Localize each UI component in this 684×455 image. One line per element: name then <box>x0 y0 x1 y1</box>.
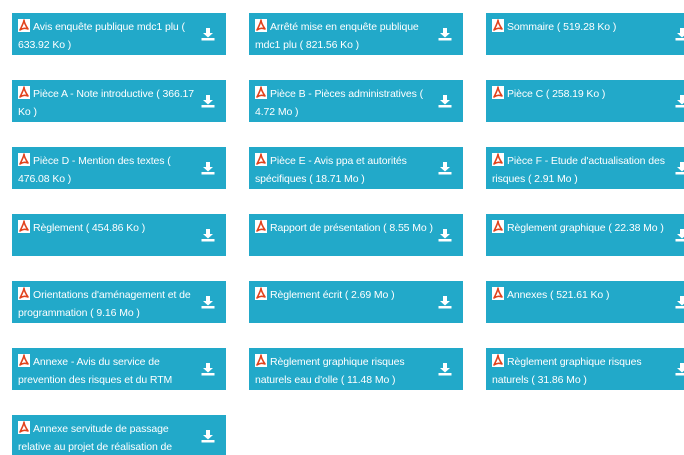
document-link[interactable]: Avis enquête publique mdc1 plu ( 633.92 … <box>18 17 196 53</box>
pdf-file-icon <box>18 220 30 233</box>
document-label: Arrêté mise en enquête publique mdc1 plu… <box>255 21 419 51</box>
pdf-file-icon <box>492 86 504 99</box>
pdf-file-icon <box>18 86 30 99</box>
pdf-file-icon <box>492 220 504 233</box>
document-download-card[interactable]: Pièce B - Pièces administratives ( 4.72 … <box>249 80 463 122</box>
pdf-file-icon <box>18 354 30 367</box>
document-download-card[interactable]: Règlement graphique risques naturels eau… <box>249 348 463 390</box>
pdf-file-icon <box>255 354 267 367</box>
document-link[interactable]: Annexe servitude de passage relative au … <box>18 419 196 455</box>
document-download-card[interactable]: Avis enquête publique mdc1 plu ( 633.92 … <box>12 13 226 55</box>
download-icon[interactable] <box>438 295 452 309</box>
document-link[interactable]: Règlement écrit ( 2.69 Mo ) <box>255 285 433 303</box>
pdf-file-icon <box>255 86 267 99</box>
document-download-card[interactable]: Pièce A - Note introductive ( 366.17 Ko … <box>12 80 226 122</box>
document-label: Annexe - Avis du service de prevention d… <box>18 356 173 386</box>
document-label: Règlement graphique risques naturels ( 3… <box>492 356 642 386</box>
document-label: Annexe servitude de passage relative au … <box>18 423 172 453</box>
document-link[interactable]: Rapport de présentation ( 8.55 Mo ) <box>255 218 433 236</box>
document-label: Pièce E - Avis ppa et autorités spécifiq… <box>255 155 407 185</box>
pdf-file-icon <box>255 220 267 233</box>
download-icon[interactable] <box>201 295 215 309</box>
pdf-file-icon <box>492 354 504 367</box>
download-icon[interactable] <box>675 295 684 309</box>
document-label: Rapport de présentation ( 8.55 Mo ) <box>270 222 433 234</box>
download-icon[interactable] <box>438 27 452 41</box>
download-icon[interactable] <box>675 94 684 108</box>
document-download-card[interactable]: Règlement écrit ( 2.69 Mo ) <box>249 281 463 323</box>
document-link[interactable]: Pièce D - Mention des textes ( 476.08 Ko… <box>18 151 196 187</box>
download-icon[interactable] <box>438 161 452 175</box>
document-link[interactable]: Annexe - Avis du service de prevention d… <box>18 352 196 388</box>
pdf-file-icon <box>18 153 30 166</box>
document-label: Règlement graphique risques naturels eau… <box>255 356 405 386</box>
document-download-card[interactable]: Règlement graphique ( 22.38 Mo ) <box>486 214 684 256</box>
document-download-card[interactable]: Règlement ( 454.86 Ko ) <box>12 214 226 256</box>
pdf-file-icon <box>255 19 267 32</box>
document-download-card[interactable]: Orientations d'aménagement et de program… <box>12 281 226 323</box>
document-download-card[interactable]: Annexe servitude de passage relative au … <box>12 415 226 455</box>
download-icon[interactable] <box>675 362 684 376</box>
document-label: Sommaire ( 519.28 Ko ) <box>507 21 617 33</box>
document-download-card[interactable]: Pièce F - Etude d'actualisation des risq… <box>486 147 684 189</box>
document-label: Règlement écrit ( 2.69 Mo ) <box>270 289 395 301</box>
document-link[interactable]: Règlement ( 454.86 Ko ) <box>18 218 196 236</box>
document-link[interactable]: Pièce E - Avis ppa et autorités spécifiq… <box>255 151 433 187</box>
document-link[interactable]: Sommaire ( 519.28 Ko ) <box>492 17 670 35</box>
download-icon[interactable] <box>675 228 684 242</box>
download-icon[interactable] <box>438 228 452 242</box>
pdf-file-icon <box>18 287 30 300</box>
document-label: Pièce C ( 258.19 Ko ) <box>507 88 606 100</box>
download-icon[interactable] <box>438 362 452 376</box>
document-download-card[interactable]: Annexes ( 521.61 Ko ) <box>486 281 684 323</box>
document-label: Orientations d'aménagement et de program… <box>18 289 191 319</box>
document-link[interactable]: Pièce F - Etude d'actualisation des risq… <box>492 151 670 187</box>
document-label: Pièce B - Pièces administratives ( 4.72 … <box>255 88 423 118</box>
pdf-file-icon <box>255 153 267 166</box>
document-download-card[interactable]: Rapport de présentation ( 8.55 Mo ) <box>249 214 463 256</box>
document-label: Pièce D - Mention des textes ( 476.08 Ko… <box>18 155 171 185</box>
download-icon[interactable] <box>201 94 215 108</box>
document-link[interactable]: Règlement graphique risques naturels eau… <box>255 352 433 388</box>
document-link[interactable]: Pièce B - Pièces administratives ( 4.72 … <box>255 84 433 120</box>
document-label: Pièce A - Note introductive ( 366.17 Ko … <box>18 88 194 118</box>
download-icon[interactable] <box>201 228 215 242</box>
document-download-card[interactable]: Arrêté mise en enquête publique mdc1 plu… <box>249 13 463 55</box>
pdf-file-icon <box>492 153 504 166</box>
download-icon[interactable] <box>201 429 215 443</box>
download-icon[interactable] <box>438 94 452 108</box>
document-label: Avis enquête publique mdc1 plu ( 633.92 … <box>18 21 185 51</box>
document-grid: Avis enquête publique mdc1 plu ( 633.92 … <box>0 0 684 455</box>
pdf-file-icon <box>492 287 504 300</box>
download-icon[interactable] <box>201 161 215 175</box>
document-download-card[interactable]: Pièce E - Avis ppa et autorités spécifiq… <box>249 147 463 189</box>
document-download-card[interactable]: Règlement graphique risques naturels ( 3… <box>486 348 684 390</box>
pdf-file-icon <box>18 19 30 32</box>
document-download-card[interactable]: Pièce D - Mention des textes ( 476.08 Ko… <box>12 147 226 189</box>
download-icon[interactable] <box>201 27 215 41</box>
document-link[interactable]: Règlement graphique risques naturels ( 3… <box>492 352 670 388</box>
document-link[interactable]: Orientations d'aménagement et de program… <box>18 285 196 321</box>
document-download-card[interactable]: Pièce C ( 258.19 Ko ) <box>486 80 684 122</box>
pdf-file-icon <box>18 421 30 434</box>
download-icon[interactable] <box>675 161 684 175</box>
document-label: Annexes ( 521.61 Ko ) <box>507 289 610 301</box>
document-label: Pièce F - Etude d'actualisation des risq… <box>492 155 665 185</box>
pdf-file-icon <box>255 287 267 300</box>
download-icon[interactable] <box>675 27 684 41</box>
document-link[interactable]: Annexes ( 521.61 Ko ) <box>492 285 670 303</box>
document-label: Règlement graphique ( 22.38 Mo ) <box>507 222 664 234</box>
document-link[interactable]: Règlement graphique ( 22.38 Mo ) <box>492 218 670 236</box>
document-link[interactable]: Pièce A - Note introductive ( 366.17 Ko … <box>18 84 196 120</box>
pdf-file-icon <box>492 19 504 32</box>
document-download-card[interactable]: Annexe - Avis du service de prevention d… <box>12 348 226 390</box>
document-link[interactable]: Pièce C ( 258.19 Ko ) <box>492 84 670 102</box>
download-icon[interactable] <box>201 362 215 376</box>
document-link[interactable]: Arrêté mise en enquête publique mdc1 plu… <box>255 17 433 53</box>
document-label: Règlement ( 454.86 Ko ) <box>33 222 146 234</box>
document-download-card[interactable]: Sommaire ( 519.28 Ko ) <box>486 13 684 55</box>
